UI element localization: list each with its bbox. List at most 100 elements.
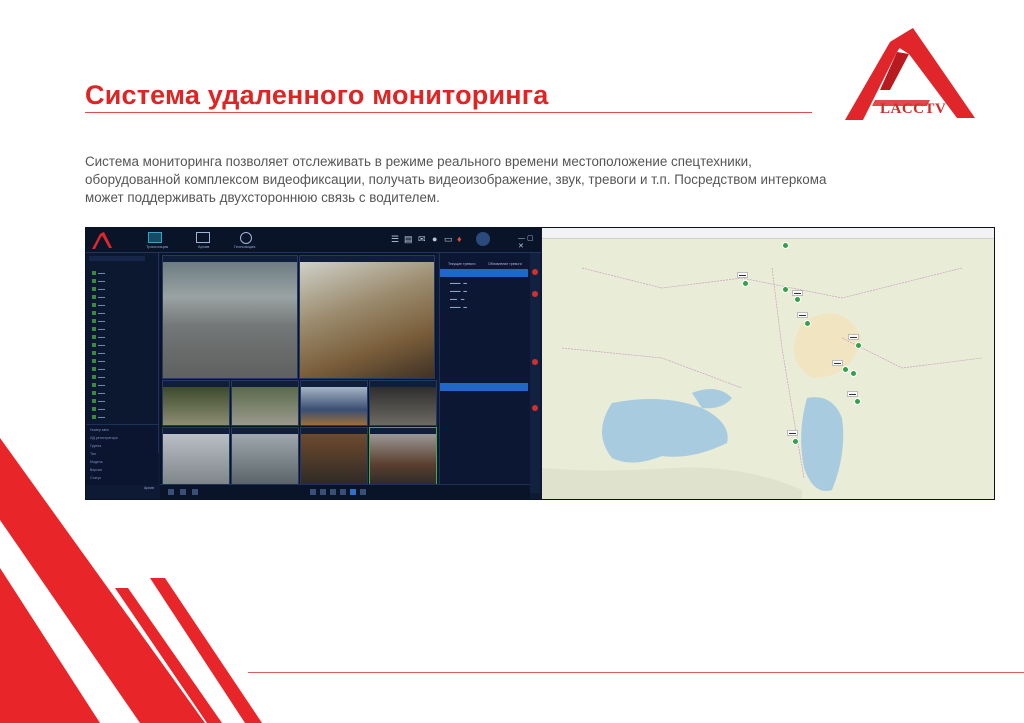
video-tile-selected[interactable] (369, 427, 437, 485)
vehicle-marker[interactable] (742, 280, 749, 287)
window-controls[interactable]: — ▢ ✕ (518, 234, 541, 250)
tree-item[interactable]: ▬▬ (92, 335, 105, 340)
info-label: Номер авто (90, 428, 109, 432)
alarm-indicator-icon[interactable] (532, 291, 538, 297)
vehicle-marker[interactable] (782, 286, 789, 293)
compass-icon[interactable] (240, 232, 252, 244)
tree-item[interactable]: ▬▬ (92, 279, 105, 284)
vehicle-label: ▬▬ (797, 312, 808, 318)
toolbar-label-geo: Геопозиция (234, 244, 256, 249)
bottom-divider (248, 672, 1024, 673)
tree-item[interactable]: ▬▬ (92, 359, 105, 364)
mail-icon[interactable]: ✉ (418, 234, 426, 245)
tree-item[interactable]: ▬▬ (92, 343, 105, 348)
video-tile[interactable] (369, 380, 437, 426)
display-icon[interactable]: ▭ (444, 234, 453, 245)
tree-item[interactable]: ▬▬ (92, 303, 105, 308)
tree-item[interactable]: ▬▬ (92, 415, 105, 420)
vehicle-label: ▬▬ (787, 430, 798, 436)
alarm-row[interactable]: ▬▬▬ ▬ (450, 305, 467, 309)
monitor-icon[interactable] (148, 232, 162, 243)
vehicle-marker[interactable] (782, 242, 789, 249)
vehicle-marker[interactable] (854, 398, 861, 405)
vehicle-label: ▬▬ (848, 334, 859, 340)
tree-item[interactable]: ▬▬ (92, 311, 105, 316)
side-strip (530, 253, 540, 493)
device-tree: ▬▬ ▬▬ ▬▬ ▬▬ ▬▬ ▬▬ ▬▬ ▬▬ ▬▬ ▬▬ ▬▬ ▬▬ ▬▬ ▬… (86, 253, 159, 453)
video-tile[interactable] (162, 255, 298, 379)
tab-alarm-updates[interactable]: Обновление тревоги (488, 262, 522, 266)
toolbar-label-live: Трансляция (146, 244, 169, 249)
vehicle-label: ▬▬ (792, 290, 803, 296)
alarm-indicator-icon[interactable] (532, 405, 538, 411)
layout-4-icon[interactable] (320, 489, 326, 495)
alarm-row[interactable]: ▬▬ ▬ (450, 297, 464, 301)
info-label: Тип (90, 452, 96, 456)
tree-item[interactable]: ▬▬ (92, 327, 105, 332)
vehicle-marker[interactable] (850, 370, 857, 377)
video-tile[interactable] (299, 255, 435, 379)
logo-wordmark: LACCTV (880, 101, 947, 117)
archive-label: Архив (144, 486, 154, 490)
tab-current-alarms[interactable]: Текущие тревоги (448, 262, 475, 266)
tree-item[interactable]: ▬▬ (92, 319, 105, 324)
video-tile[interactable] (162, 380, 230, 426)
tree-item[interactable]: ▬▬ (92, 383, 105, 388)
tree-item[interactable]: ▬▬ (92, 351, 105, 356)
video-tile[interactable] (300, 380, 368, 426)
user-avatar[interactable] (476, 232, 490, 246)
video-tile[interactable] (300, 427, 368, 485)
layout-active-icon[interactable] (350, 489, 356, 495)
alarm-row[interactable]: ▬▬▬ ▬ (450, 281, 467, 285)
info-label: Группа (90, 444, 102, 448)
tree-item[interactable]: ▬▬ (92, 375, 105, 380)
vehicle-label: ▬▬ (847, 391, 858, 397)
info-label: Статус (90, 476, 102, 480)
vehicle-marker[interactable] (804, 320, 811, 327)
tree-item[interactable]: ▬▬ (92, 295, 105, 300)
tree-item[interactable]: ▬▬ (92, 407, 105, 412)
device-info-panel: Номер авто ИД регистратора Группа Тип Мо… (86, 424, 158, 485)
alarm-indicator-icon[interactable] (532, 269, 538, 275)
list-icon[interactable]: ☰ (391, 234, 399, 245)
title-underline (85, 112, 812, 113)
camera-icon[interactable] (180, 489, 186, 495)
fullscreen-icon[interactable] (360, 489, 366, 495)
video-tile[interactable] (231, 380, 299, 426)
video-grid (160, 253, 437, 493)
tree-item[interactable]: ▬▬ (92, 391, 105, 396)
vehicle-marker[interactable] (855, 342, 862, 349)
video-tile[interactable] (231, 427, 299, 485)
layout-16-icon[interactable] (340, 489, 346, 495)
document-icon[interactable]: ▤ (404, 234, 413, 245)
layout-1-icon[interactable] (310, 489, 316, 495)
alarm-bell-icon[interactable]: ♦ (457, 234, 462, 244)
app-logo-icon (92, 232, 112, 249)
layout-9-icon[interactable] (330, 489, 336, 495)
playback-icon[interactable] (196, 232, 210, 243)
vehicle-marker[interactable] (842, 366, 849, 373)
alarm-indicator-icon[interactable] (532, 359, 538, 365)
toolbar-label-archive: Архив (198, 244, 210, 249)
tree-item[interactable]: ▬▬ (92, 399, 105, 404)
alarm-row[interactable]: ▬▬▬ ▬ (450, 289, 467, 293)
app-toolbar: Трансляция Архив Геопозиция ☰ ▤ ✉ ● ▭ ♦ … (86, 228, 541, 253)
alarm-tabs: Текущие тревоги Обновление тревоги (440, 259, 530, 269)
tree-item[interactable]: ▬▬ (92, 367, 105, 372)
monitoring-software-screenshot: Трансляция Архив Геопозиция ☰ ▤ ✉ ● ▭ ♦ … (85, 227, 995, 500)
volume-icon[interactable] (168, 489, 174, 495)
video-client-panel: Трансляция Архив Геопозиция ☰ ▤ ✉ ● ▭ ♦ … (86, 228, 541, 499)
alarm-detail-header (440, 383, 528, 391)
map-geography (542, 228, 994, 499)
info-label: ИД регистратора (90, 436, 118, 440)
vehicle-marker[interactable] (794, 296, 801, 303)
device-search-input[interactable] (89, 256, 145, 261)
page-title: Система удаленного мониторинга (85, 80, 549, 110)
tree-item[interactable]: ▬▬ (92, 271, 105, 276)
tree-item[interactable]: ▬▬ (92, 287, 105, 292)
map-view[interactable]: ▬▬ ▬▬ ▬▬ ▬▬ ▬▬ ▬▬ ▬▬ (542, 228, 994, 499)
vehicle-marker[interactable] (792, 438, 799, 445)
record-icon[interactable] (192, 489, 198, 495)
video-tile[interactable] (162, 427, 230, 485)
microphone-icon[interactable]: ● (432, 234, 437, 244)
